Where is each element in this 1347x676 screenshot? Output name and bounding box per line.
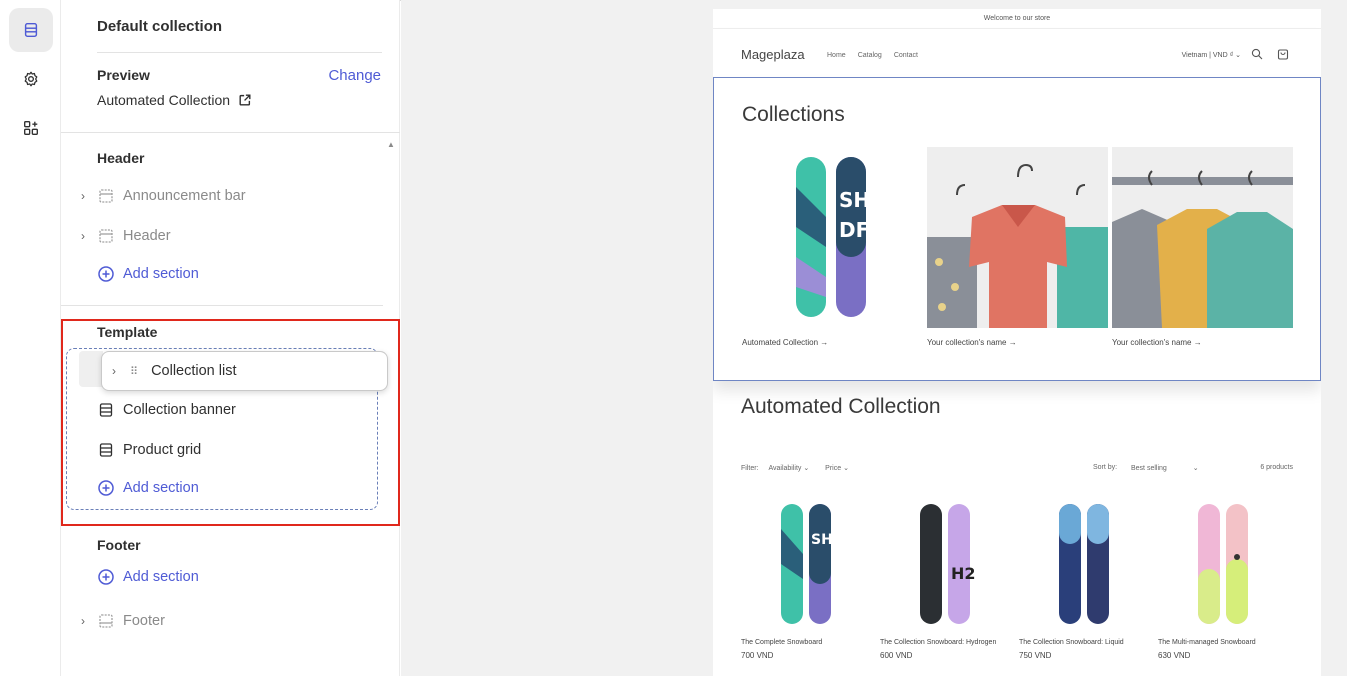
product-price: 700 VND — [741, 651, 774, 660]
product-card[interactable]: The Collection Snowboard: Liquid 750 VND — [1019, 499, 1149, 660]
store-brand[interactable]: Mageplaza — [741, 47, 805, 62]
collection-card-label[interactable]: Automated Collection → — [742, 338, 828, 347]
chevron-right-icon[interactable]: › — [81, 189, 97, 203]
store-preview[interactable]: Welcome to our store Mageplaza Home Cata… — [713, 9, 1321, 676]
page-title: Default collection — [97, 18, 223, 35]
theme-editor: Default collection Preview Change Automa… — [0, 0, 1347, 676]
filter-availability-label: Availability — [768, 465, 802, 472]
sections-icon — [24, 22, 38, 38]
section-header[interactable]: › Header — [81, 224, 171, 248]
shirts-rack-image — [1112, 170, 1293, 328]
footer-group-title: Footer — [97, 537, 141, 553]
filter-label: Filter: — [741, 465, 759, 472]
chevron-right-icon[interactable]: › — [81, 614, 97, 628]
preview-collection-name: Automated Collection — [97, 92, 231, 108]
header-group-title: Header — [97, 150, 145, 166]
add-section-footer-button[interactable]: Add section — [97, 568, 199, 586]
add-section-label: Add section — [123, 569, 199, 585]
gear-icon — [24, 71, 38, 87]
sort-label: Sort by: — [1093, 464, 1118, 471]
chevron-right-icon[interactable]: › — [81, 229, 97, 243]
svg-text:SH: SH — [839, 188, 870, 212]
filter-availability[interactable]: Availability ⌄ — [768, 465, 809, 472]
app-embeds-button[interactable] — [9, 106, 53, 150]
product-price: 600 VND — [880, 651, 913, 660]
section-icon — [97, 612, 115, 630]
change-preview-link[interactable]: Change — [328, 67, 381, 84]
collection-card-label[interactable]: Your collection's name → — [927, 338, 1017, 347]
collection-title: Automated Collection — [741, 395, 941, 418]
filter-price-label: Price — [825, 465, 842, 472]
store-nav: Home Catalog Contact — [827, 52, 918, 59]
collections-section[interactable]: Collections SH DF Automated Collection → — [713, 77, 1321, 381]
nav-contact[interactable]: Contact — [894, 52, 918, 59]
collections-title: Collections — [742, 103, 845, 126]
search-icon[interactable] — [1251, 48, 1263, 60]
product-card[interactable]: SH The Complete Snowboard 700 VND — [741, 499, 871, 660]
collection-card[interactable] — [927, 147, 1108, 328]
cart-icon[interactable] — [1277, 48, 1289, 60]
product-name: The Collection Snowboard: Hydrogen — [880, 639, 997, 646]
collection-card[interactable]: SH DF — [742, 147, 923, 328]
add-circle-icon — [98, 569, 114, 585]
section-icon — [97, 187, 115, 205]
preview-label: Preview — [97, 67, 150, 83]
product-image: H2 — [880, 499, 1010, 629]
divider — [97, 52, 382, 53]
product-count: 6 products — [1260, 464, 1293, 471]
collection-card[interactable] — [1112, 147, 1293, 328]
product-card[interactable]: H2 The Collection Snowboard: Hydrogen 60… — [880, 499, 1010, 660]
shirts-image — [927, 163, 1108, 328]
product-image — [1019, 499, 1149, 629]
scroll-up-arrow[interactable]: ▲ — [387, 140, 395, 149]
product-name: The Complete Snowboard — [741, 639, 823, 646]
section-label: Announcement bar — [123, 188, 246, 204]
product-price: 630 VND — [1158, 651, 1191, 660]
snowboard-image: SH DF — [796, 157, 870, 317]
section-icon — [97, 227, 115, 245]
store-header: Mageplaza Home Catalog Contact Vietnam |… — [713, 29, 1321, 79]
svg-text:DF: DF — [839, 218, 869, 242]
sort-select[interactable]: Best selling ⌄ — [1131, 464, 1199, 472]
announcement-bar: Welcome to our store — [713, 9, 1321, 29]
filter-bar: Filter: Availability ⌄ Price ⌄ Sort by: … — [741, 464, 1293, 472]
divider — [61, 132, 400, 133]
svg-text:SH: SH — [811, 532, 833, 548]
external-link-icon — [239, 94, 251, 106]
product-image — [1158, 499, 1288, 629]
nav-home[interactable]: Home — [827, 52, 846, 59]
product-name: The Collection Snowboard: Liquid — [1019, 639, 1124, 646]
section-label: Header — [123, 228, 171, 244]
nav-catalog[interactable]: Catalog — [858, 52, 882, 59]
product-image: SH — [741, 499, 871, 629]
add-circle-icon — [98, 266, 114, 282]
product-name: The Multi-managed Snowboard — [1158, 639, 1256, 646]
left-rail — [0, 0, 61, 676]
locale-value: Vietnam | VND ₫ — [1181, 52, 1234, 59]
theme-settings-button[interactable] — [9, 57, 53, 101]
add-section-header-button[interactable]: Add section — [97, 265, 199, 283]
divider — [61, 305, 383, 306]
preview-value[interactable]: Automated Collection — [97, 92, 252, 108]
highlight-box — [61, 319, 400, 526]
collection-card-label[interactable]: Your collection's name → — [1112, 338, 1202, 347]
product-card[interactable]: The Multi-managed Snowboard 630 VND — [1158, 499, 1288, 660]
sections-button[interactable] — [9, 8, 53, 52]
svg-text:H2: H2 — [951, 564, 976, 583]
section-label: Footer — [123, 613, 165, 629]
filter-price[interactable]: Price ⌄ — [825, 465, 849, 472]
product-price: 750 VND — [1019, 651, 1052, 660]
sort-value: Best selling — [1131, 465, 1167, 472]
section-footer[interactable]: › Footer — [81, 609, 165, 633]
locale-selector[interactable]: Vietnam | VND ₫ ⌄ — [1182, 51, 1241, 59]
section-announcement-bar[interactable]: › Announcement bar — [81, 184, 246, 208]
add-section-label: Add section — [123, 266, 199, 282]
apps-add-icon — [24, 121, 38, 135]
